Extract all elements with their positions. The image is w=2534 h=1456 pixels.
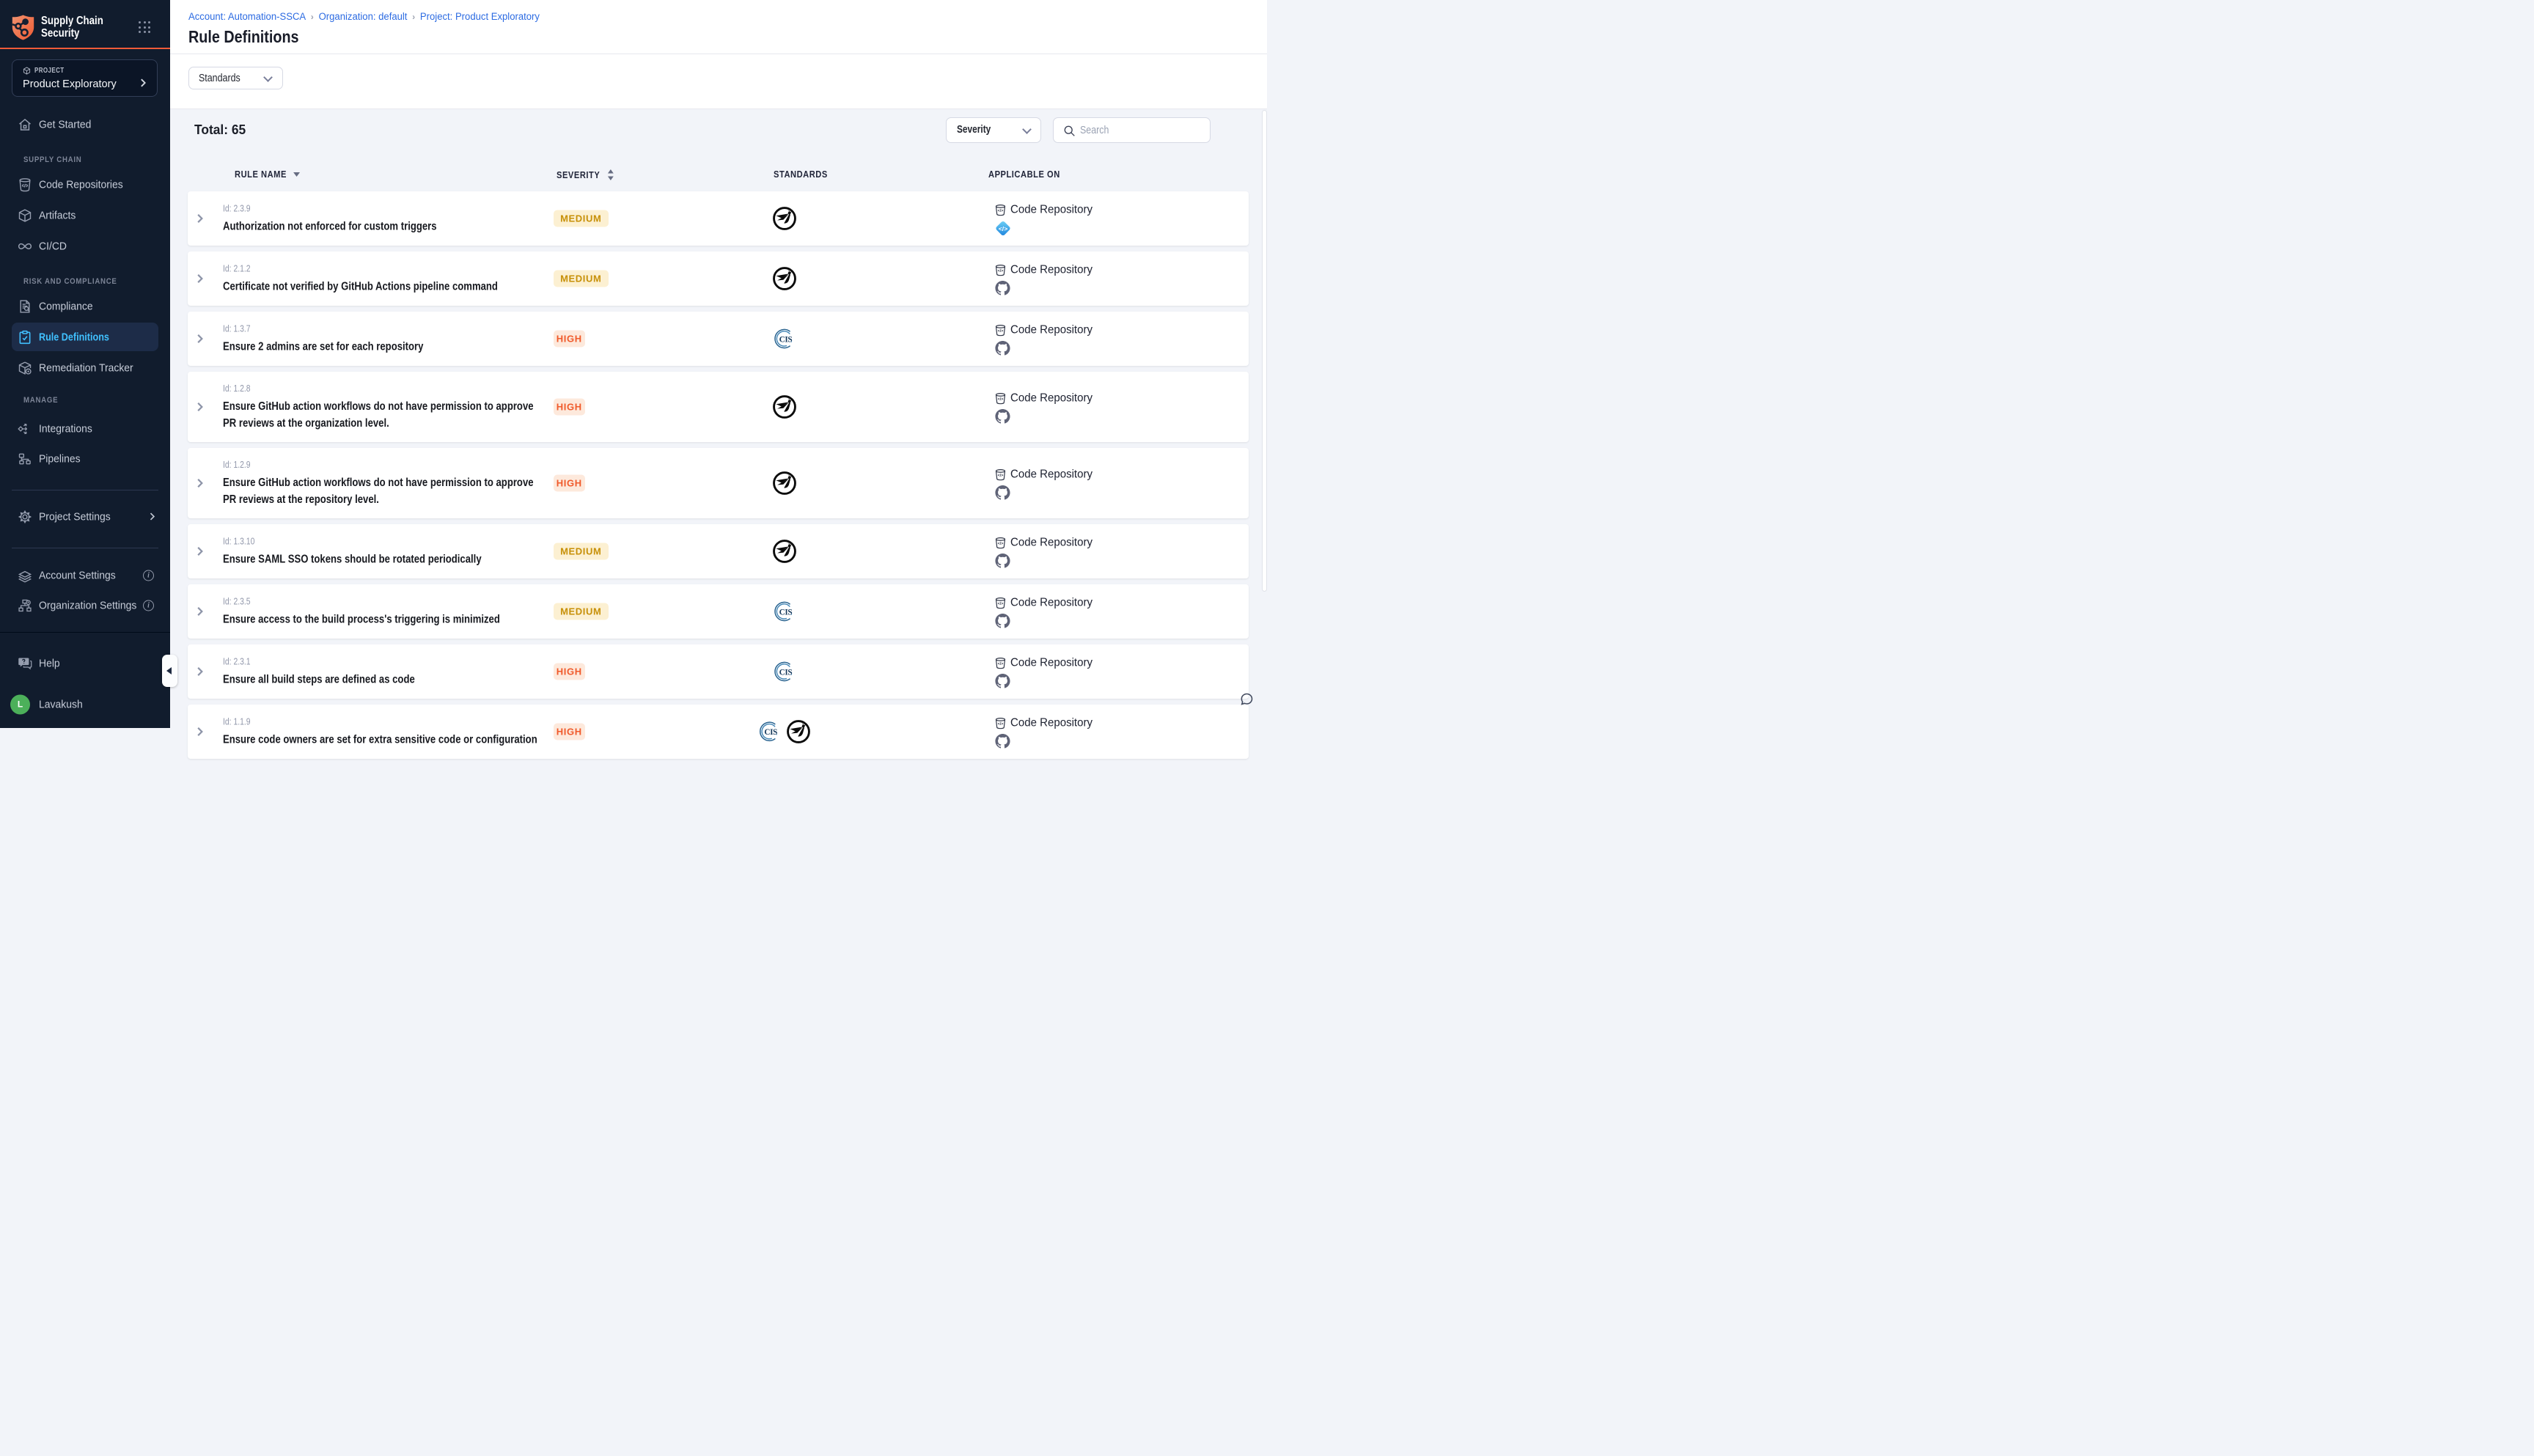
svg-text:CIS: CIS xyxy=(764,728,777,737)
svg-text:</>: </> xyxy=(998,602,1004,606)
svg-text:CIS: CIS xyxy=(779,608,793,617)
svg-text:</>: </> xyxy=(999,225,1008,232)
svg-text:CIS: CIS xyxy=(779,668,793,677)
svg-text:</>: </> xyxy=(998,209,1004,213)
svg-text:</>: </> xyxy=(998,269,1004,273)
svg-text:</>: </> xyxy=(998,474,1004,478)
svg-text:CIS: CIS xyxy=(779,335,793,344)
svg-text:</>: </> xyxy=(998,397,1004,402)
svg-text:</>: </> xyxy=(998,662,1004,666)
svg-text:</>: </> xyxy=(998,329,1004,334)
svg-text:</>: </> xyxy=(998,722,1004,727)
svg-text:</>: </> xyxy=(998,542,1004,546)
